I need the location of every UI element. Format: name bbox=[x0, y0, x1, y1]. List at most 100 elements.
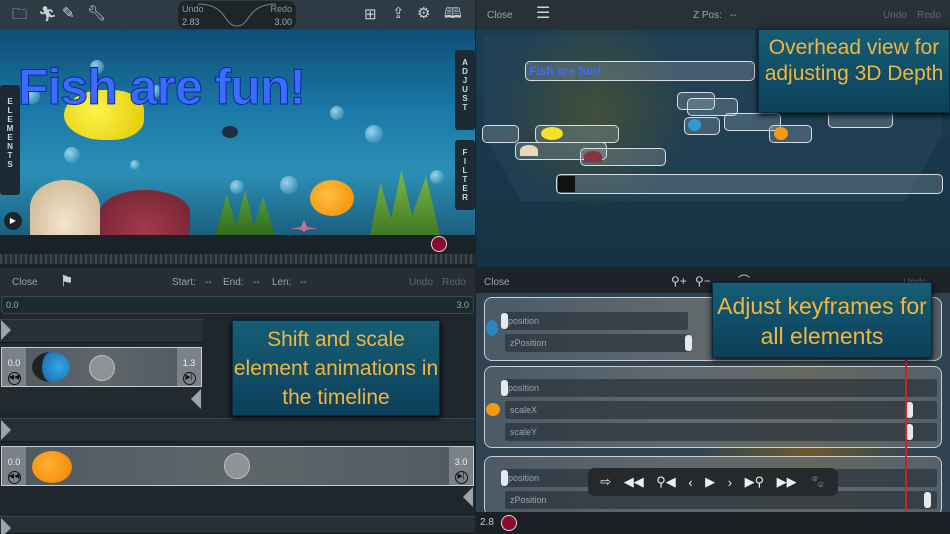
expand-triangle-icon[interactable] bbox=[1, 518, 11, 534]
clip-shift-knob[interactable] bbox=[224, 453, 250, 479]
redo-button[interactable]: Redo bbox=[917, 10, 941, 21]
share-icon[interactable]: ⇪ bbox=[392, 6, 405, 21]
ruler-start: 0.0 bbox=[6, 300, 19, 310]
element-pill-bubbles[interactable] bbox=[482, 125, 519, 143]
fast-forward-icon[interactable]: ▶▶ bbox=[777, 474, 797, 490]
overhead-panel: Close ☰ Z Pos: -- Undo Redo Fish are fun… bbox=[476, 0, 950, 267]
hierarchy-icon[interactable]: ⊞ bbox=[364, 7, 377, 22]
elements-tab-label: ELEMENTS bbox=[5, 97, 15, 169]
close-button[interactable]: Close bbox=[487, 10, 513, 21]
keyframe-track-position[interactable]: position bbox=[501, 379, 937, 397]
keyframe-track-position[interactable]: position bbox=[501, 312, 688, 330]
animation-clip-puffer[interactable]: 0.0 ◀◀ 3.0 ▶| bbox=[1, 446, 474, 486]
redo-button[interactable]: Redo bbox=[442, 277, 466, 288]
play-icon[interactable]: ▶ bbox=[705, 474, 715, 490]
bubble bbox=[330, 106, 344, 120]
undo-button[interactable]: Undo bbox=[409, 277, 433, 288]
overhead-callout: Overhead view for adjusting 3D Depth bbox=[758, 29, 950, 113]
step-forward-icon[interactable]: › bbox=[728, 475, 732, 490]
puffer-fish[interactable] bbox=[310, 180, 354, 216]
skip-end-icon[interactable]: ▶| bbox=[454, 471, 468, 484]
skip-end-icon[interactable]: ▶| bbox=[182, 372, 196, 385]
keyframe-track-scalex[interactable]: scaleX bbox=[505, 401, 937, 419]
end-value: -- bbox=[253, 277, 260, 288]
clip-end[interactable]: 1.3 ▶| bbox=[177, 348, 201, 386]
adjust-tab[interactable]: ADJUST bbox=[455, 50, 475, 130]
keyframe-track-scaley[interactable]: scaleY bbox=[505, 423, 937, 441]
signpost-icon[interactable]: ⚑ bbox=[60, 274, 73, 289]
undo-value: 2.83 bbox=[182, 17, 200, 27]
keyframe-handle[interactable] bbox=[501, 313, 508, 329]
rewind-icon[interactable]: ◀◀ bbox=[7, 372, 21, 385]
prev-keyframe-icon[interactable]: ⚲◀ bbox=[656, 474, 676, 490]
keyframe-handle[interactable] bbox=[924, 492, 931, 508]
record-button[interactable] bbox=[501, 515, 517, 531]
book-icon[interactable]: 🕮 bbox=[444, 6, 462, 21]
collapse-triangle-icon[interactable] bbox=[191, 389, 201, 409]
animation-clip-blue-fish[interactable]: 0.0 ◀◀ 1.3 ▶| bbox=[1, 347, 202, 387]
element-pill-title[interactable]: Fish are fun! bbox=[525, 61, 755, 81]
seaweed[interactable] bbox=[370, 170, 440, 235]
play-button[interactable]: ▶ bbox=[4, 212, 22, 230]
clip-end-time: 1.3 bbox=[182, 358, 196, 368]
start-label: Start: bbox=[172, 277, 196, 288]
close-button[interactable]: Close bbox=[12, 277, 38, 288]
run-icon[interactable]: 🏃︎ bbox=[38, 7, 57, 22]
scene-title-text[interactable]: Fish are fun! bbox=[17, 58, 306, 116]
undo-redo-control[interactable]: Undo 2.83 Redo 3.00 bbox=[178, 1, 296, 29]
coral-white[interactable] bbox=[30, 180, 100, 235]
keyframe-track-zposition[interactable]: zPosition bbox=[505, 334, 692, 352]
rewind-icon[interactable]: ◀◀ bbox=[624, 474, 644, 490]
undo-button[interactable]: Undo bbox=[883, 10, 907, 21]
keyframe-handle[interactable] bbox=[906, 402, 913, 418]
timeline-scrubber[interactable] bbox=[0, 254, 475, 264]
step-back-icon[interactable]: ‹ bbox=[688, 475, 692, 490]
loop-arrow-icon[interactable]: ⇨ bbox=[600, 474, 611, 490]
rewind-icon[interactable]: ◀◀ bbox=[7, 471, 21, 484]
timeline-panel: Close ⚑ Start: -- End: -- Len: -- Undo R… bbox=[0, 268, 475, 534]
keyframe-handle[interactable] bbox=[501, 470, 508, 486]
bubble bbox=[430, 170, 444, 184]
elements-tab[interactable]: ELEMENTS bbox=[0, 85, 20, 195]
bubble bbox=[365, 125, 383, 143]
expand-triangle-icon[interactable] bbox=[1, 320, 11, 340]
small-dark-fish[interactable] bbox=[222, 126, 238, 138]
len-label: Len: bbox=[272, 277, 292, 288]
coral-red[interactable] bbox=[100, 190, 190, 235]
element-pill-yellow-fish[interactable] bbox=[535, 125, 619, 143]
clip-start[interactable]: 0.0 ◀◀ bbox=[2, 348, 26, 386]
next-keyframe-icon[interactable]: ▶⚲ bbox=[745, 474, 765, 490]
wrench-icon[interactable]: 🔧︎ bbox=[87, 6, 106, 21]
close-button[interactable]: Close bbox=[484, 277, 510, 288]
folder-icon[interactable]: 🗀 bbox=[12, 7, 27, 22]
gear-icon[interactable]: ⚙ bbox=[417, 6, 430, 21]
timeline-ruler[interactable]: 0.0 3.0 bbox=[1, 296, 474, 314]
keyframe-handle[interactable] bbox=[501, 380, 508, 396]
paw-icon[interactable]: 🐾︎ bbox=[809, 474, 826, 490]
keyframe-handle[interactable] bbox=[906, 424, 913, 440]
clip-shift-knob[interactable] bbox=[89, 355, 115, 381]
element-pill-background[interactable] bbox=[556, 174, 943, 194]
element-pill-coral-red[interactable] bbox=[580, 148, 666, 166]
filter-tab-label: FILTER bbox=[460, 148, 470, 202]
bubble bbox=[130, 160, 140, 170]
clip-start[interactable]: 0.0 ◀◀ bbox=[2, 447, 26, 485]
filter-tab[interactable]: FILTER bbox=[455, 140, 475, 210]
element-pill-puffer[interactable] bbox=[769, 125, 812, 143]
blue-fish-thumbnail bbox=[486, 320, 498, 336]
starfish[interactable] bbox=[290, 220, 318, 232]
remove-keyframe-icon[interactable]: ⚲− bbox=[695, 275, 711, 287]
pencil-icon[interactable]: ✎ bbox=[62, 6, 75, 21]
list-icon[interactable]: ☰ bbox=[536, 6, 550, 22]
aquarium-canvas[interactable]: ELEMENTS ADJUST FILTER Fish are fun! ▶ bbox=[0, 30, 475, 235]
expand-triangle-icon[interactable] bbox=[1, 420, 11, 440]
undo-label: Undo bbox=[182, 4, 204, 14]
collapse-triangle-icon[interactable] bbox=[463, 487, 473, 507]
element-pill-blue-fish[interactable] bbox=[684, 117, 720, 135]
seaweed[interactable] bbox=[215, 190, 275, 235]
clip-end[interactable]: 3.0 ▶| bbox=[449, 447, 473, 485]
keyframe-handle[interactable] bbox=[685, 335, 692, 351]
add-keyframe-icon[interactable]: ⚲+ bbox=[671, 275, 687, 287]
scene-editor-panel: 🗀 🏃︎ ✎ 🔧︎ Undo 2.83 Redo 3.00 ⊞ ⇪ ⚙ 🕮 EL… bbox=[0, 0, 475, 267]
record-button[interactable] bbox=[431, 236, 447, 252]
